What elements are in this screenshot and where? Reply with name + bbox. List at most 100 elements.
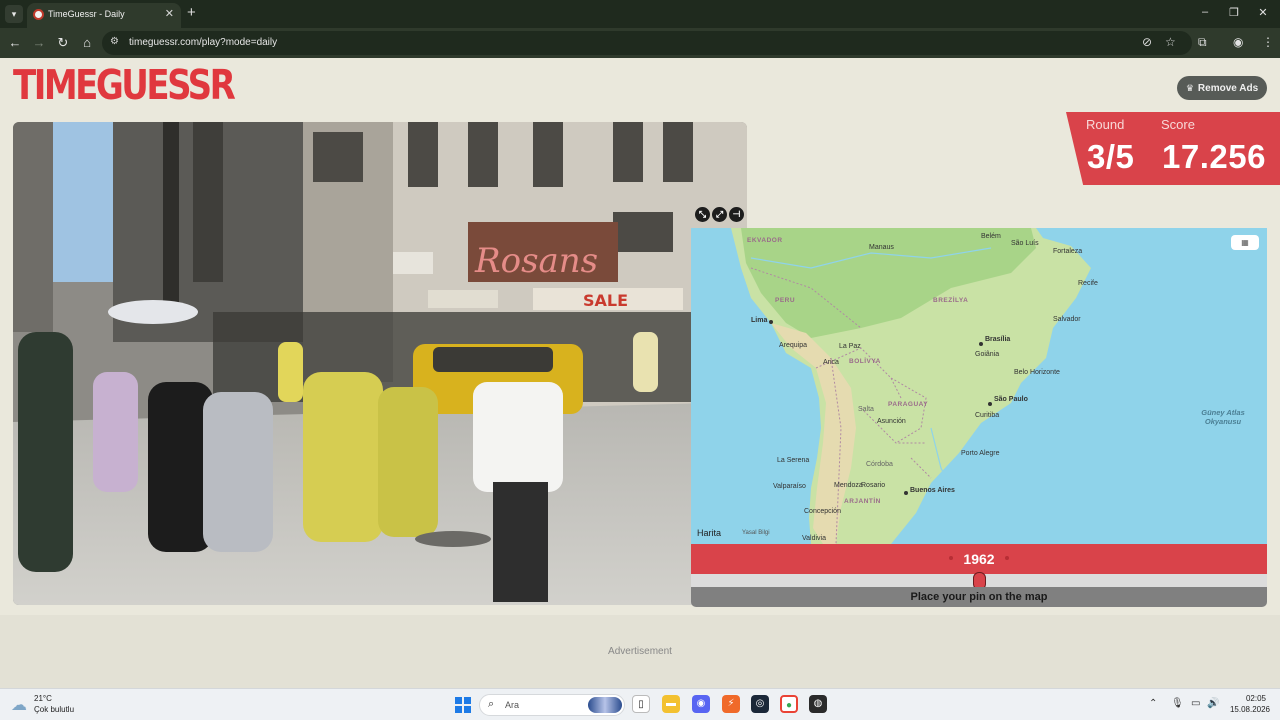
- file-explorer-icon[interactable]: ▬: [662, 695, 680, 713]
- map-label-porto-alegre: Porto Alegre: [961, 450, 1000, 457]
- advertisement-area: Advertisement: [0, 615, 1280, 688]
- map-label-ocean: Güney Atlas Okyanusu: [1201, 408, 1245, 426]
- advertisement-label: Advertisement: [608, 646, 672, 657]
- address-bar[interactable]: ⚙ timeguessr.com/play?mode=daily ⊘ ☆: [102, 31, 1192, 55]
- microphone-icon[interactable]: 🎙: [1171, 698, 1184, 709]
- score-label: Score: [1161, 117, 1195, 132]
- map-label-belem: Belém: [981, 233, 1001, 240]
- network-icon[interactable]: ▭: [1191, 698, 1200, 709]
- map-label-asuncion: Asunción: [877, 418, 906, 425]
- map-label-salta: Salta: [858, 406, 874, 413]
- restore-icon[interactable]: ❐: [1227, 6, 1241, 19]
- forward-icon[interactable]: →: [31, 35, 47, 51]
- bookmark-star-icon[interactable]: ☆: [1165, 35, 1176, 49]
- back-icon[interactable]: ←: [7, 35, 23, 51]
- steam-icon[interactable]: ◎: [751, 695, 769, 713]
- volume-icon[interactable]: 🔊: [1207, 698, 1219, 709]
- round-value: 3/5: [1087, 138, 1135, 175]
- map-label-brasilia: Brasília: [985, 336, 1011, 343]
- map-label-valdivia: Valdivia: [802, 535, 826, 542]
- map-label-arjantin: ARJANTİN: [844, 498, 881, 505]
- remove-ads-button[interactable]: ♛ Remove Ads: [1177, 76, 1267, 100]
- map-label-sao-luis: São Luís: [1011, 240, 1039, 247]
- city-dot-brasilia: [979, 342, 983, 346]
- clock-date[interactable]: 15.08.2026: [1226, 705, 1274, 714]
- menu-icon[interactable]: ⋮: [1262, 35, 1274, 49]
- profile-icon[interactable]: ◉: [1233, 35, 1243, 49]
- map-label-mendoza: Mendoza: [834, 482, 863, 489]
- clock-time[interactable]: 02:05: [1238, 694, 1274, 703]
- map-label-goiania: Goiânia: [975, 351, 1000, 358]
- tab-search-button[interactable]: ▾: [5, 5, 23, 23]
- timeguessr-logo[interactable]: TIMEGUESSR: [13, 66, 236, 107]
- map-label-ekvador: EKVADOR: [747, 237, 783, 244]
- map-label-brezilya: BREZİLYA: [933, 297, 969, 304]
- guess-photo: Rosans SALE: [13, 122, 747, 605]
- map-label-lima: Lima: [751, 317, 768, 324]
- map-label-paraguay: PARAGUAY: [888, 401, 929, 408]
- map-label-recife: Recife: [1078, 280, 1098, 287]
- pin-instruction-bar[interactable]: Place your pin on the map: [691, 587, 1267, 607]
- app-disc-icon[interactable]: ◍: [809, 695, 827, 713]
- map-label-arequipa: Arequipa: [779, 342, 808, 349]
- remove-ads-label: Remove Ads: [1197, 83, 1259, 94]
- map-label-la-serena: La Serena: [777, 457, 810, 464]
- home-icon[interactable]: ⌂: [79, 35, 95, 51]
- taskbar-search[interactable]: ⌕ Ara: [479, 694, 625, 716]
- city-dot-sao-paulo: [988, 402, 992, 406]
- year-value: 1962: [963, 551, 995, 567]
- map-label-bolivya: BOLİVYA: [849, 358, 881, 365]
- tab-close-icon[interactable]: ✕: [165, 7, 174, 20]
- weather-desc[interactable]: Çok bulutlu: [34, 705, 74, 714]
- extensions-icon[interactable]: ⧉: [1198, 35, 1207, 50]
- crown-icon: ♛: [1185, 83, 1194, 93]
- legal-link[interactable]: Yasal Bilgi: [742, 530, 770, 536]
- map-label-peru: PERU: [775, 297, 796, 304]
- url-text[interactable]: timeguessr.com/play?mode=daily: [129, 37, 277, 48]
- tray-overflow-icon[interactable]: ⌃: [1149, 698, 1157, 709]
- browser-tab[interactable]: TimeGuessr - Daily ✕: [27, 3, 181, 28]
- year-slider[interactable]: [691, 572, 1267, 590]
- map-label-arica: Arica: [823, 359, 839, 366]
- year-display-bar: 1962: [691, 544, 1267, 574]
- guess-map[interactable]: EKVADOR Manaus Belém São Luís Fortaleza …: [691, 228, 1267, 544]
- pin-map-icon[interactable]: ⊣: [729, 207, 744, 222]
- new-tab-button[interactable]: +: [187, 4, 196, 21]
- site-info-icon[interactable]: ⚙: [110, 36, 119, 47]
- year-increment-dot[interactable]: [1005, 556, 1009, 560]
- reload-icon[interactable]: ↻: [55, 35, 71, 51]
- browser-tab-bar: ▾ TimeGuessr - Daily ✕ + – ❐ ✕: [0, 0, 1280, 28]
- map-type-icon[interactable]: ▦: [1231, 235, 1259, 250]
- map-label-belo-horizonte: Belo Horizonte: [1014, 369, 1060, 376]
- chrome-icon[interactable]: ●: [780, 695, 798, 713]
- site-favicon-icon: [33, 9, 44, 20]
- weather-cloud-icon[interactable]: ☁: [11, 695, 27, 715]
- map-label-fortaleza: Fortaleza: [1053, 248, 1083, 255]
- map-label-la-paz: La Paz: [839, 343, 861, 350]
- task-view-icon[interactable]: ▯: [632, 695, 650, 713]
- discord-icon[interactable]: ◉: [692, 695, 710, 713]
- windows-start-icon[interactable]: [455, 697, 471, 713]
- map-label-concepcion: Concepción: [804, 508, 841, 515]
- close-window-icon[interactable]: ✕: [1256, 6, 1270, 19]
- score-value: 17.256: [1162, 138, 1266, 175]
- shrink-map-icon[interactable]: ⤢: [712, 207, 727, 222]
- weather-temp[interactable]: 21°C: [34, 694, 52, 703]
- map-label-manaus: Manaus: [869, 244, 894, 251]
- app-bolt-icon[interactable]: ⚡: [722, 695, 740, 713]
- map-label-rosario: Rosario: [861, 482, 886, 489]
- search-highlight-image: [588, 697, 622, 713]
- map-attribution: Harita: [697, 528, 721, 538]
- svg-text:SALE: SALE: [583, 291, 628, 310]
- taskbar: ☁ 21°C Çok bulutlu ⌕ Ara ▯ ▬ ◉ ⚡ ◎ ● ◍ ⌃…: [0, 688, 1280, 720]
- expand-map-icon[interactable]: ⤡: [695, 207, 710, 222]
- map-label-cordoba: Córdoba: [866, 461, 893, 468]
- map-label-sao-paulo: São Paulo: [994, 396, 1028, 403]
- browser-toolbar: ← → ↻ ⌂ ⚙ timeguessr.com/play?mode=daily…: [0, 28, 1280, 58]
- pin-instruction: Place your pin on the map: [910, 591, 1048, 603]
- search-icon: ⌕: [488, 698, 495, 710]
- taskbar-search-placeholder: Ara: [505, 700, 520, 710]
- map-attribution-text: Harita: [697, 528, 722, 538]
- tracking-protection-icon[interactable]: ⊘: [1142, 35, 1152, 49]
- minimize-icon[interactable]: –: [1198, 6, 1212, 18]
